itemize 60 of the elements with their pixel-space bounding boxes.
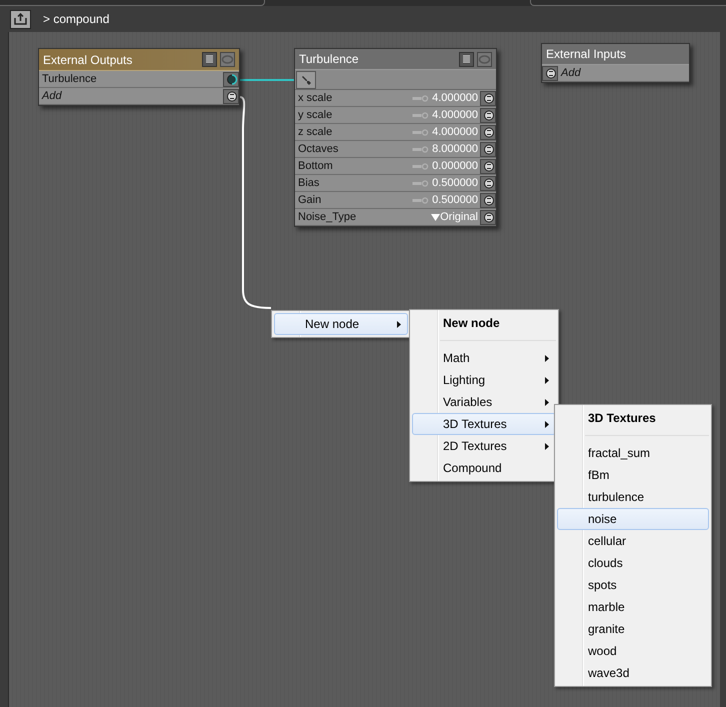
menu-item[interactable]: New node	[274, 313, 408, 335]
port-icon[interactable]	[480, 176, 496, 190]
menu-item[interactable]: Compound	[412, 457, 556, 479]
export-icon	[14, 13, 27, 25]
submenu-arrow-icon	[545, 442, 549, 450]
submenu-arrow-icon	[545, 420, 549, 428]
submenu-arrow-icon	[545, 354, 549, 362]
port-label: Turbulence	[41, 72, 98, 87]
menu-item[interactable]: cellular	[557, 530, 709, 552]
port-icon[interactable]	[223, 88, 239, 104]
port-icon[interactable]	[480, 210, 496, 224]
menu-item[interactable]: Lighting	[412, 369, 556, 391]
list-icon[interactable]	[202, 52, 217, 67]
menu-item[interactable]: wave3d	[557, 662, 709, 684]
menu-header: New node	[442, 315, 501, 332]
list-icon[interactable]	[459, 52, 474, 66]
port-icon[interactable]	[480, 90, 496, 106]
menu-item[interactable]: Math	[412, 347, 556, 369]
port-icon[interactable]	[542, 66, 558, 80]
tool-button[interactable]	[296, 70, 316, 88]
port-label: Bias	[297, 176, 320, 191]
port-icon[interactable]	[480, 108, 496, 122]
menu-item[interactable]: marble	[557, 596, 709, 618]
port-label: z scale	[297, 124, 334, 140]
submenu-arrow-icon	[545, 376, 549, 384]
menu-item[interactable]: wood	[557, 640, 709, 662]
port-icon[interactable]	[480, 158, 496, 174]
menu-item[interactable]: fBm	[557, 464, 709, 486]
submenu-arrow-icon	[397, 320, 401, 328]
menu-item[interactable]: noise	[557, 508, 709, 530]
port-label: Noise_Type	[297, 210, 358, 225]
export-button[interactable]	[10, 10, 31, 28]
port-label: Gain	[297, 192, 322, 208]
breadcrumb-path: > compound	[43, 11, 110, 28]
menu-item[interactable]: Variables	[412, 391, 556, 413]
port-label: Bottom	[297, 158, 334, 174]
submenu-arrow-icon	[545, 398, 549, 406]
wrench-icon	[300, 74, 312, 86]
menu-item[interactable]: clouds	[557, 552, 709, 574]
connection-wire	[240, 79, 294, 81]
menu-item[interactable]: spots	[557, 574, 709, 596]
port-icon[interactable]	[480, 192, 496, 208]
port-label: Octaves	[297, 142, 340, 157]
menu-item[interactable]: 2D Textures	[412, 435, 556, 457]
menu-header: 3D Textures	[587, 410, 657, 427]
menu-item[interactable]: 3D Textures	[412, 413, 556, 435]
node-title: External Outputs	[43, 52, 132, 68]
menu-item[interactable]: turbulence	[557, 486, 709, 508]
port-label: Add	[40, 88, 63, 104]
node-title: Turbulence	[299, 51, 359, 68]
port-icon[interactable]	[223, 72, 239, 86]
port-label: x scale	[297, 90, 334, 106]
port-label: Add	[560, 66, 582, 81]
menu-item[interactable]: granite	[557, 618, 709, 640]
port-icon[interactable]	[480, 142, 496, 156]
port-icon[interactable]	[480, 124, 496, 140]
node-title: External Inputs	[546, 46, 626, 63]
menu-item[interactable]: fractal_sum	[557, 442, 709, 464]
port-label: y scale	[297, 108, 334, 123]
dropdown-caret-icon[interactable]	[431, 214, 440, 220]
